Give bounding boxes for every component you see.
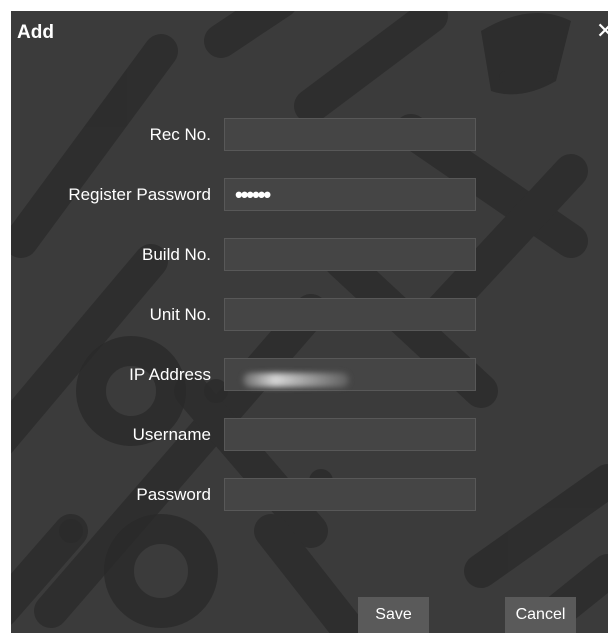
ip-address-label: IP Address (129, 365, 211, 384)
dialog-titlebar: Add ✕ (11, 11, 608, 55)
register-password-label: Register Password (68, 185, 211, 204)
add-dialog: Add ✕ Rec No. Register Password Build No… (11, 11, 608, 633)
unit-no-label: Unit No. (149, 305, 211, 324)
username-input[interactable] (224, 418, 476, 451)
build-no-input[interactable] (224, 238, 476, 271)
username-label: Username (132, 425, 211, 444)
rec-no-input[interactable] (224, 118, 476, 151)
cancel-button[interactable]: Cancel (505, 597, 576, 633)
password-input[interactable] (224, 478, 476, 511)
unit-no-input[interactable] (224, 298, 476, 331)
register-password-input[interactable] (224, 178, 476, 211)
close-icon[interactable]: ✕ (596, 22, 608, 42)
save-button[interactable]: Save (358, 597, 429, 633)
ip-address-input[interactable] (224, 358, 476, 391)
rec-no-label: Rec No. (149, 125, 211, 144)
dialog-title: Add (17, 22, 54, 43)
build-no-label: Build No. (142, 245, 211, 264)
password-label: Password (136, 485, 211, 504)
